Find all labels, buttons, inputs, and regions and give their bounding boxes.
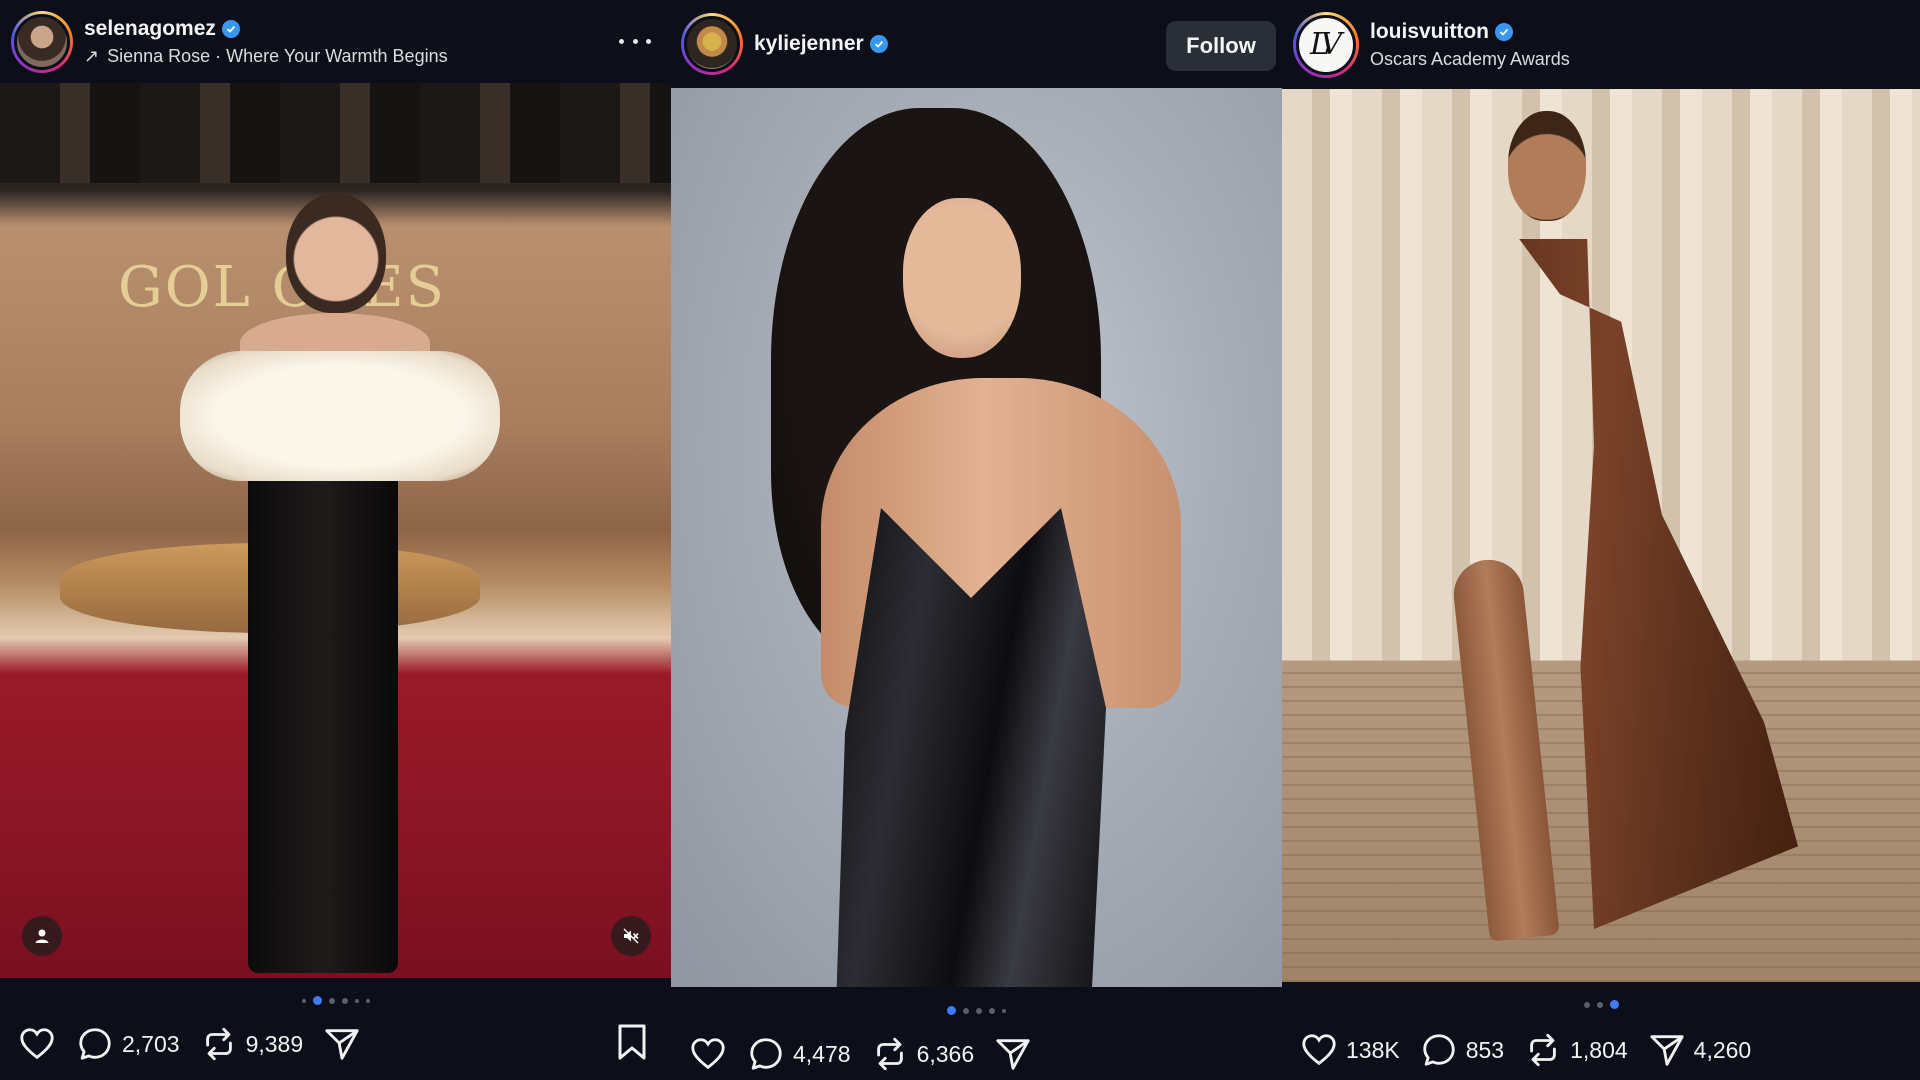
post-image[interactable]: GOL OBES [0,83,671,978]
repost-button[interactable]: 6,366 [871,1035,975,1073]
comment-count: 4,478 [793,1040,851,1067]
share-button[interactable] [323,1025,361,1063]
carousel-indicator [671,1006,1282,1015]
repost-button[interactable]: 9,389 [200,1025,304,1063]
save-button[interactable] [615,1023,649,1066]
comment-icon [79,1028,111,1060]
share-button[interactable]: 4,260 [1648,1031,1752,1069]
post-image[interactable] [671,88,1282,987]
post-image[interactable] [1282,89,1920,982]
avatar[interactable] [681,13,743,75]
sign-text: GOL OBES [118,255,446,320]
like-button[interactable] [18,1025,56,1063]
repost-icon [1530,1033,1556,1067]
heart-icon [691,1038,725,1070]
comment-count: 853 [1465,1036,1505,1063]
repost-icon [876,1037,903,1071]
verified-icon [221,19,240,38]
post-header: kyliejenner Follow [671,0,1282,88]
lv-logo: LV [1309,27,1342,62]
share-icon [1650,1035,1684,1066]
post-header: selenagomez ↗ Sienna Rose · Where Your W… [0,0,671,83]
avatar[interactable] [11,10,73,73]
post-selenagomez: selenagomez ↗ Sienna Rose · Where Your W… [0,0,671,1080]
comment-count: 2,703 [122,1030,180,1057]
verified-icon [1495,22,1513,41]
repost-count: 6,366 [916,1040,975,1067]
comment-button[interactable]: 4,478 [747,1035,851,1073]
share-count: 4,260 [1693,1036,1752,1063]
bookmark-icon [618,1024,646,1059]
post-kyliejenner: kyliejenner Follow 4,478 6,366 [671,0,1282,1080]
action-bar: 4,478 6,366 [671,1030,1282,1078]
verified-icon [869,35,888,53]
repost-icon [205,1027,232,1061]
tagged-people-button[interactable] [22,916,62,956]
person-icon [35,929,49,943]
comment-button[interactable]: 853 [1420,1031,1504,1069]
mute-button[interactable] [611,916,651,956]
share-button[interactable] [994,1035,1032,1073]
location[interactable]: Oscars Academy Awards [1370,49,1570,70]
username[interactable]: kyliejenner [754,32,864,56]
post-header: LV louisvuitton Oscars Academy Awards [1282,0,1920,89]
repost-count: 1,804 [1570,1036,1628,1063]
comment-button[interactable]: 2,703 [76,1025,180,1063]
arrow-icon: ↗ [84,45,100,66]
action-bar: 138K 853 1,804 4,260 [1282,1026,1920,1074]
avatar[interactable]: LV [1293,11,1359,78]
share-icon [325,1029,359,1060]
heart-icon [1302,1034,1336,1066]
post-louisvuitton: LV louisvuitton Oscars Academy Awards 13… [1282,0,1920,1080]
comment-icon [1423,1034,1455,1066]
audio-attribution[interactable]: ↗ Sienna Rose · Where Your Warmth Begins [84,46,448,67]
repost-count: 9,389 [245,1030,304,1057]
action-bar: 2,703 9,389 [0,1020,671,1068]
mute-icon [623,928,639,944]
share-icon [996,1039,1030,1070]
username[interactable]: louisvuitton [1370,20,1489,44]
comment-icon [750,1038,782,1070]
carousel-indicator [0,996,671,1005]
follow-button[interactable]: Follow [1166,21,1276,71]
repost-button[interactable]: 1,804 [1524,1031,1628,1069]
heart-icon [20,1028,54,1060]
like-button[interactable]: 138K [1300,1031,1400,1069]
more-icon[interactable] [619,26,651,56]
username[interactable]: selenagomez [84,17,216,41]
like-button[interactable] [689,1035,727,1073]
carousel-indicator [1282,1000,1920,1009]
like-count: 138K [1346,1036,1400,1063]
subtitle: Sienna Rose · Where Your Warmth Begins [107,45,448,66]
